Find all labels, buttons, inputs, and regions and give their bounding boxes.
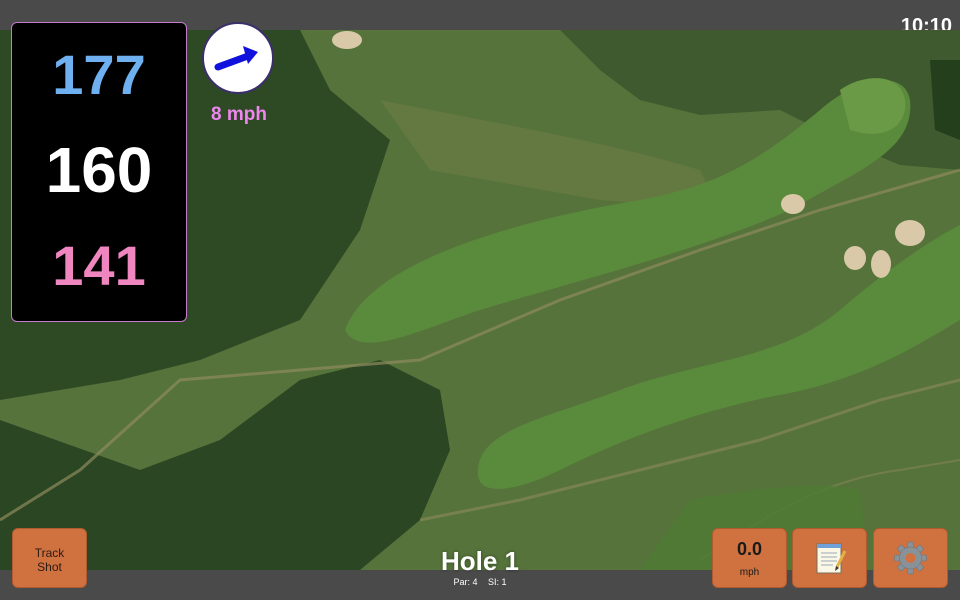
track-shot-button[interactable]: Track Shot — [12, 528, 87, 588]
distance-panel: 177 160 141 — [11, 22, 187, 322]
hole-info: Par: 4 SI: 1 — [400, 577, 560, 587]
hole-stroke-index: SI: 1 — [488, 577, 507, 587]
speed-unit: mph — [739, 567, 760, 578]
settings-button[interactable] — [873, 528, 948, 588]
front-distance: 141 — [52, 234, 146, 297]
wind-indicator[interactable] — [202, 22, 274, 94]
notes-button[interactable] — [792, 528, 867, 588]
gear-icon — [894, 541, 927, 575]
speed-value: 0.0 — [736, 539, 763, 559]
wind-speed: 8 mph — [211, 104, 267, 125]
track-shot-label-line1: Track — [34, 546, 65, 560]
middle-distance: 160 — [45, 134, 153, 206]
speed-button[interactable]: 0.0 mph — [712, 528, 787, 588]
back-distance: 177 — [52, 43, 146, 106]
notepad-icon — [816, 543, 847, 574]
hole-par: Par: 4 — [453, 577, 478, 587]
wind-direction-arrow-icon — [214, 46, 258, 71]
track-shot-label-line2: Shot — [37, 560, 62, 574]
hole-title: Hole 1 — [440, 546, 520, 576]
